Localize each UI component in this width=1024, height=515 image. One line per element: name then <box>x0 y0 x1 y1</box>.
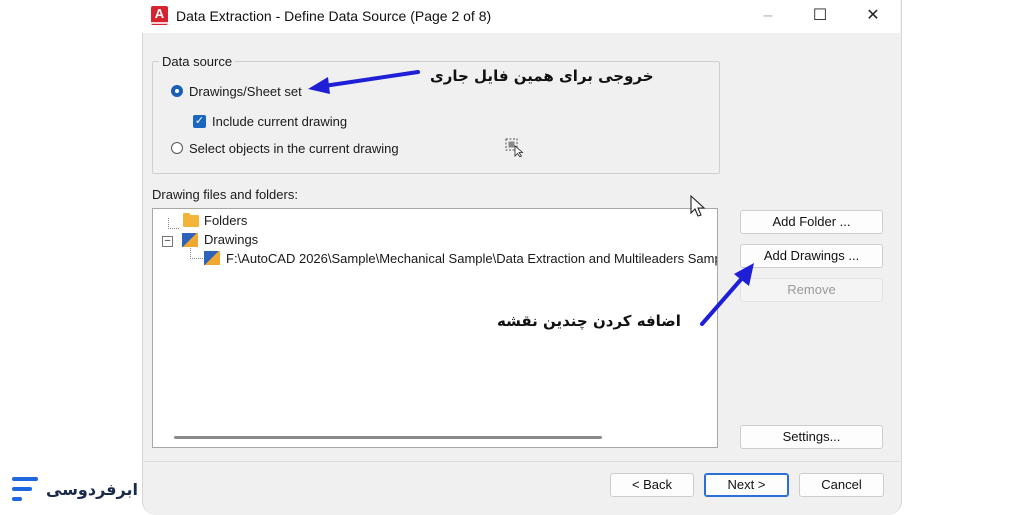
brand-logo-text: ابرفردوسی <box>46 480 138 499</box>
drawings-sheet-set-label[interactable]: Drawings/Sheet set <box>189 84 302 99</box>
include-current-checkbox[interactable]: ✓ <box>193 115 206 128</box>
dwg-file-icon <box>204 251 220 265</box>
close-button[interactable]: ✕ <box>850 0 896 32</box>
next-button[interactable]: Next > <box>704 473 789 497</box>
add-folder-button[interactable]: Add Folder ... <box>740 210 883 234</box>
drawings-sheet-set-radio[interactable] <box>171 85 183 97</box>
tree-item-drawings[interactable]: Drawings <box>204 232 258 247</box>
settings-button[interactable]: Settings... <box>740 425 883 449</box>
horizontal-scrollbar[interactable] <box>174 436 602 439</box>
collapse-icon[interactable]: – <box>162 236 173 247</box>
include-current-label[interactable]: Include current drawing <box>212 114 347 129</box>
annotation-arrow-icon <box>700 263 754 326</box>
folder-icon <box>183 213 199 227</box>
select-objects-label[interactable]: Select objects in the current drawing <box>189 141 399 156</box>
tree-item-folders[interactable]: Folders <box>204 213 247 228</box>
autocad-app-icon: A <box>151 6 168 25</box>
drawings-set-icon <box>182 233 198 247</box>
abrferdowsi-logo-icon <box>12 475 42 505</box>
tree-connector <box>190 248 203 259</box>
tree-connector <box>168 218 179 229</box>
select-objects-radio[interactable] <box>171 142 183 154</box>
mouse-cursor-icon <box>690 194 706 219</box>
cancel-button[interactable]: Cancel <box>799 473 884 497</box>
select-objects-icon[interactable] <box>505 138 524 158</box>
footer-divider <box>142 461 900 462</box>
maximize-button[interactable]: ☐ <box>797 0 843 32</box>
annotation-current-file: خروجی برای همین فایل جاری <box>430 67 654 85</box>
annotation-arrow-icon <box>308 70 420 94</box>
tree-item-file[interactable]: F:\AutoCAD 2026\Sample\Mechanical Sample… <box>226 251 717 266</box>
back-button[interactable]: < Back <box>610 473 694 497</box>
window-title: Data Extraction - Define Data Source (Pa… <box>176 8 492 24</box>
minimize-button[interactable]: – <box>745 0 791 32</box>
annotation-multiple-drawings: اضافه کردن چندین نقشه <box>497 312 681 330</box>
data-source-label: Data source <box>159 54 236 69</box>
drawing-files-label: Drawing files and folders: <box>152 187 298 202</box>
